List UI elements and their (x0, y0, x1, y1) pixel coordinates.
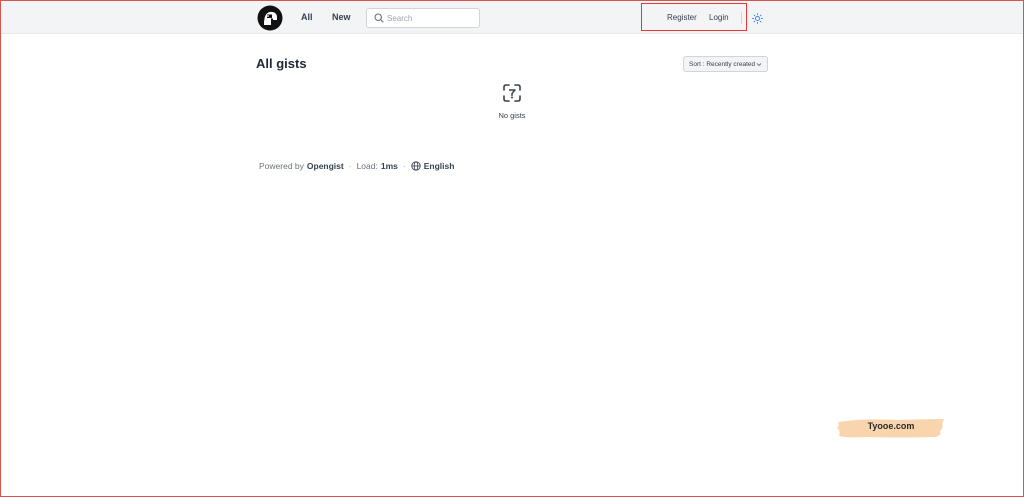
sun-icon[interactable] (752, 13, 763, 24)
empty-state-text: No gists (498, 111, 526, 120)
footer-load-value: 1ms (380, 161, 398, 171)
footer-separator: · (348, 161, 352, 171)
auth-highlight-box (641, 3, 747, 31)
chevron-down-icon (756, 63, 762, 67)
sort-label: Sort : Recently created (689, 61, 756, 68)
nav-all-link[interactable]: All (301, 12, 313, 22)
language-label: English (423, 161, 455, 171)
footer-powered-by: Powered by (259, 161, 304, 171)
globe-icon (411, 161, 421, 171)
nav-new-link[interactable]: New (332, 12, 351, 22)
page-title: All gists (256, 56, 307, 71)
search-input[interactable] (387, 11, 475, 25)
language-selector[interactable]: English (411, 161, 455, 171)
search-box[interactable] (366, 8, 480, 28)
opengist-logo-icon[interactable] (257, 5, 283, 31)
footer-brand-link[interactable]: Opengist (307, 161, 344, 171)
top-navbar: All New Register Login (1, 1, 1023, 34)
footer-separator: · (402, 161, 406, 171)
footer: Powered by Opengist · Load: 1ms · Englis… (259, 161, 454, 171)
watermark-text: Tyooe.com (867, 421, 915, 431)
sort-dropdown[interactable]: Sort : Recently created (683, 56, 768, 72)
gist-empty-icon (503, 84, 521, 102)
search-icon (374, 13, 384, 23)
watermark: Tyooe.com (836, 416, 946, 440)
footer-load-label: Load: (356, 161, 378, 171)
